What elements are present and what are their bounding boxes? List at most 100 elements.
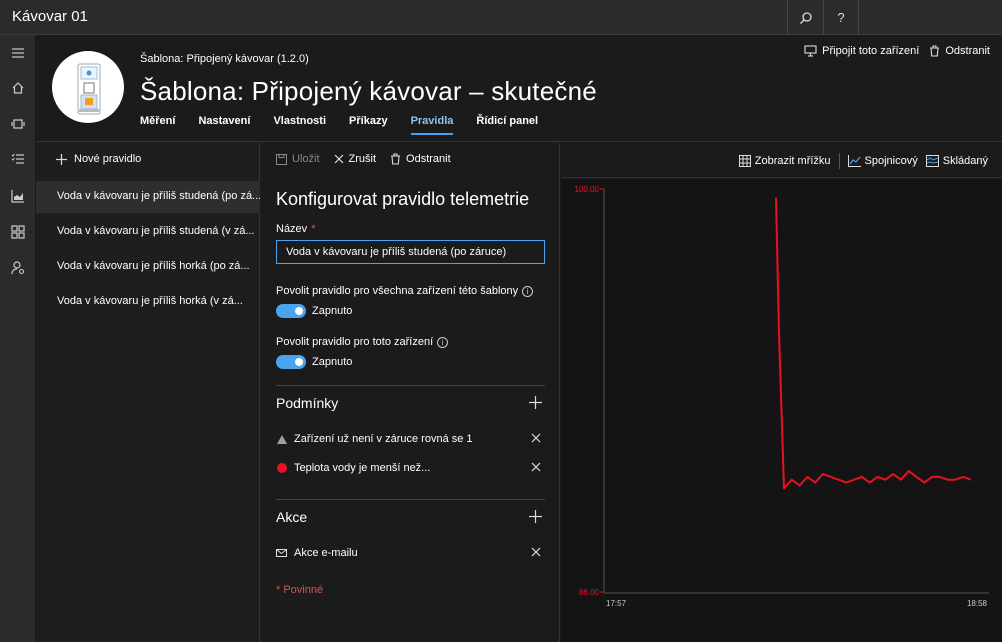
enable-device-label: Povolit pravidlo pro toto zařízení bbox=[276, 336, 434, 348]
cancel-button[interactable]: Zrušit bbox=[334, 153, 377, 165]
rules-list-panel: Nové pravidlo Voda v kávovaru je příliš … bbox=[36, 143, 260, 642]
connect-device-button[interactable]: Připojit toto zařízení bbox=[804, 45, 919, 57]
analytics-icon[interactable] bbox=[8, 186, 28, 206]
trash-icon bbox=[391, 153, 401, 165]
stacked-chart-icon bbox=[925, 155, 939, 167]
rule-list-item[interactable]: Voda v kávovaru je příliš studená (po zá… bbox=[36, 181, 260, 213]
dashboard-icon[interactable] bbox=[8, 222, 28, 242]
toolbar-separator bbox=[838, 153, 840, 169]
required-note: * Povinné bbox=[276, 584, 324, 596]
rule-list-item[interactable]: Voda v kávovaru je příliš horká (v zá... bbox=[36, 286, 260, 318]
email-icon bbox=[276, 549, 287, 557]
action-row[interactable]: Akce e-mailu bbox=[276, 545, 545, 561]
show-grid-label: Zobrazit mřížku bbox=[754, 155, 831, 167]
add-condition-button[interactable] bbox=[529, 395, 542, 411]
template-subtitle: Šablona: Připojený kávovar (1.2.0) bbox=[140, 53, 309, 65]
name-field-label: Název * bbox=[276, 223, 315, 235]
rule-list-item[interactable]: Voda v kávovaru je příliš studená (v zá.… bbox=[36, 216, 260, 248]
save-icon bbox=[276, 153, 287, 165]
condition-row[interactable]: Teplota vody je menší než... bbox=[276, 460, 545, 476]
device-header: Šablona: Připojený kávovar (1.2.0) Šablo… bbox=[36, 35, 1002, 142]
remove-condition-button[interactable] bbox=[531, 460, 541, 475]
condition-label: Teplota vody je menší než... bbox=[294, 462, 431, 474]
tab-measurements[interactable]: Měření bbox=[140, 115, 175, 135]
telemetry-line-chart: 100.00 86.00 17:57 18:58 bbox=[575, 185, 989, 608]
telemetry-chart-panel: Zobrazit mřížku Spojnicový Skládaný 100.… bbox=[561, 143, 1002, 642]
show-grid-button[interactable]: Zobrazit mřížku bbox=[738, 155, 831, 167]
name-label: Název bbox=[276, 223, 308, 235]
stacked-chart-label: Skládaný bbox=[942, 155, 988, 167]
connect-device-label: Připojit toto zařízení bbox=[822, 45, 920, 57]
add-action-button[interactable] bbox=[529, 509, 542, 525]
condition-label: Zařízení už není v záruce rovná se 1 bbox=[294, 433, 473, 445]
info-icon[interactable]: i bbox=[437, 336, 449, 348]
conditions-title: Podmínky bbox=[276, 395, 339, 411]
device-tabs: Měření Nastavení Vlastnosti Příkazy Prav… bbox=[140, 115, 561, 135]
line-chart-button[interactable]: Spojnicový bbox=[847, 155, 918, 167]
remove-condition-button[interactable] bbox=[531, 431, 541, 446]
tab-rules[interactable]: Pravidla bbox=[410, 115, 454, 135]
divider bbox=[276, 385, 545, 386]
rule-command-bar: Uložit Zrušit Odstranit bbox=[276, 153, 451, 165]
tab-dashboard[interactable]: Řídicí panel bbox=[476, 115, 538, 135]
info-icon[interactable]: i bbox=[522, 285, 534, 297]
action-label: Akce e-mailu bbox=[294, 547, 358, 559]
enable-all-state: Zapnuto bbox=[312, 305, 353, 317]
required-mark: * bbox=[311, 223, 316, 235]
grid-icon bbox=[738, 155, 751, 167]
close-icon bbox=[334, 154, 343, 164]
enable-device-toggle[interactable] bbox=[276, 355, 306, 369]
close-icon bbox=[531, 433, 541, 443]
cancel-label: Zrušit bbox=[348, 153, 377, 165]
divider bbox=[276, 499, 545, 500]
red-dot-icon bbox=[276, 463, 287, 473]
enable-all-label-row: Povolit pravidlo pro všechna zařízení té… bbox=[276, 285, 534, 297]
line-chart-label: Spojnicový bbox=[864, 155, 918, 167]
tab-settings[interactable]: Nastavení bbox=[198, 115, 250, 135]
search-icon bbox=[799, 11, 812, 24]
save-label: Uložit bbox=[292, 153, 320, 165]
rules-list-icon[interactable] bbox=[8, 149, 28, 169]
chart-toolbar: Zobrazit mřížku Spojnicový Skládaný bbox=[561, 143, 1002, 178]
admin-user-icon[interactable] bbox=[8, 258, 28, 278]
y-tick-label: 100.00 bbox=[575, 185, 600, 194]
header-actions: Připojit toto zařízení Odstranit bbox=[804, 45, 990, 57]
delete-rule-label: Odstranit bbox=[406, 153, 451, 165]
help-icon: ? bbox=[837, 10, 845, 25]
close-icon bbox=[531, 462, 541, 472]
enable-all-toggle[interactable] bbox=[276, 304, 306, 318]
close-icon bbox=[531, 547, 541, 557]
tab-properties[interactable]: Vlastnosti bbox=[273, 115, 326, 135]
top-bar: Kávovar 01 ? bbox=[0, 0, 1002, 35]
rule-config-panel: Uložit Zrušit Odstranit Konfigurovat pra… bbox=[261, 143, 560, 642]
page-title: Šablona: Připojený kávovar – skutečné bbox=[140, 76, 597, 106]
save-button[interactable]: Uložit bbox=[276, 153, 320, 165]
delete-device-button[interactable]: Odstranit bbox=[929, 45, 990, 57]
new-rule-button[interactable]: Nové pravidlo bbox=[56, 153, 141, 165]
chart-area: 100.00 86.00 17:57 18:58 bbox=[561, 179, 1002, 642]
rule-name-input[interactable] bbox=[276, 240, 545, 264]
help-button[interactable]: ? bbox=[823, 0, 859, 35]
delete-rule-button[interactable]: Odstranit bbox=[390, 153, 451, 165]
home-icon[interactable] bbox=[8, 78, 28, 98]
search-button[interactable] bbox=[787, 0, 823, 35]
x-tick-label: 18:58 bbox=[967, 599, 988, 608]
remove-action-button[interactable] bbox=[531, 545, 541, 560]
rule-list-item[interactable]: Voda v kávovaru je příliš horká (po zá..… bbox=[36, 251, 260, 283]
coffee-maker-image bbox=[52, 51, 124, 123]
enable-all-label: Povolit pravidlo pro všechna zařízení té… bbox=[276, 285, 519, 297]
condition-row[interactable]: Zařízení už není v záruce rovná se 1 bbox=[276, 431, 545, 447]
delete-device-label: Odstranit bbox=[945, 45, 990, 57]
hamburger-menu-icon[interactable] bbox=[8, 43, 28, 63]
trash-icon bbox=[930, 45, 940, 57]
connect-device-icon bbox=[804, 45, 817, 57]
stacked-chart-button[interactable]: Skládaný bbox=[925, 155, 988, 167]
series-line bbox=[775, 197, 972, 490]
actions-title: Akce bbox=[276, 509, 308, 525]
devices-icon[interactable] bbox=[8, 114, 28, 134]
triangle-icon bbox=[276, 434, 287, 444]
tab-commands[interactable]: Příkazy bbox=[349, 115, 388, 135]
line-chart-icon bbox=[847, 155, 861, 167]
x-tick-label: 17:57 bbox=[606, 599, 627, 608]
config-title: Konfigurovat pravidlo telemetrie bbox=[276, 189, 530, 209]
